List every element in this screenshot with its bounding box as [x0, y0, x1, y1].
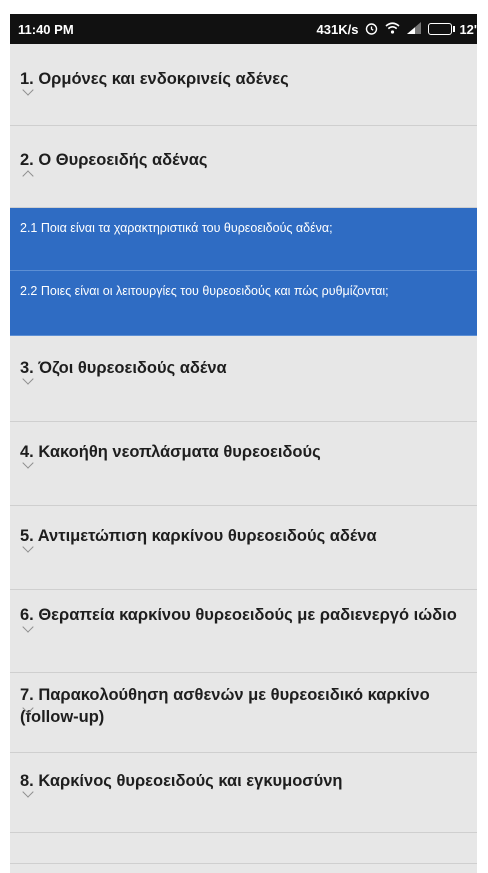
- network-speed: 431K/s: [316, 21, 359, 37]
- chapter-3[interactable]: 3. Όζοι θυρεοειδούς αδένα: [10, 336, 477, 422]
- battery-level: 12': [459, 21, 477, 37]
- phone-screen: 11:40 PM 431K/s 12' 1. Ορμόνες και ενδοκ…: [10, 14, 477, 873]
- status-time: 11:40 PM: [18, 21, 74, 37]
- chapter-label: 6. Θεραπεία καρκίνου θυρεοειδούς με ραδι…: [20, 606, 457, 624]
- chapter-label: 1. Ορμόνες και ενδοκρινείς αδένες: [20, 70, 289, 88]
- chapter-6[interactable]: 6. Θεραπεία καρκίνου θυρεοειδούς με ραδι…: [10, 590, 477, 673]
- wifi-icon: [385, 22, 400, 36]
- status-right-group: 431K/s 12': [317, 22, 477, 37]
- subitem-label: 2.1 Ποια είναι τα χαρακτηριστικά του θυρ…: [20, 221, 333, 235]
- status-bar: 11:40 PM 431K/s 12': [10, 14, 477, 44]
- chapter-7[interactable]: 7. Παρακολούθηση ασθενών με θυρεοειδικό …: [10, 673, 477, 753]
- battery-icon: [428, 23, 456, 35]
- chapter-list: 1. Ορμόνες και ενδοκρινείς αδένες 2. Ο Θ…: [10, 44, 477, 864]
- chapter-label: 4. Κακοήθη νεοπλάσματα θυρεοειδούς: [20, 443, 321, 461]
- alarm-icon: [365, 22, 378, 37]
- subitem-label: 2.2 Ποιες είναι οι λειτουργίες του θυρεο…: [20, 284, 389, 298]
- chapter-2[interactable]: 2. Ο Θυρεοειδής αδένας: [10, 126, 477, 208]
- chapter-5[interactable]: 5. Αντιμετώπιση καρκίνου θυρεοειδούς αδέ…: [10, 506, 477, 590]
- chapter-4[interactable]: 4. Κακοήθη νεοπλάσματα θυρεοειδούς: [10, 422, 477, 506]
- subitem-2-2[interactable]: 2.2 Ποιες είναι οι λειτουργίες του θυρεο…: [10, 271, 477, 336]
- chapter-label: 3. Όζοι θυρεοειδούς αδένα: [20, 359, 227, 377]
- chapter-label: 5. Αντιμετώπιση καρκίνου θυρεοειδούς αδέ…: [20, 527, 377, 545]
- chapter-label: 7. Παρακολούθηση ασθενών με θυρεοειδικό …: [20, 686, 430, 726]
- chapter-label: 2. Ο Θυρεοειδής αδένας: [20, 151, 208, 169]
- subitem-2-1[interactable]: 2.1 Ποια είναι τα χαρακτηριστικά του θυρ…: [10, 208, 477, 271]
- chapter-8[interactable]: 8. Καρκίνος θυρεοειδούς και εγκυμοσύνη: [10, 753, 477, 833]
- list-end-divider: [10, 833, 477, 864]
- chapter-1[interactable]: 1. Ορμόνες και ενδοκρινείς αδένες: [10, 44, 477, 126]
- chevron-up-icon: [22, 170, 34, 182]
- signal-icon: [407, 22, 422, 36]
- chapter-label: 8. Καρκίνος θυρεοειδούς και εγκυμοσύνη: [20, 772, 343, 790]
